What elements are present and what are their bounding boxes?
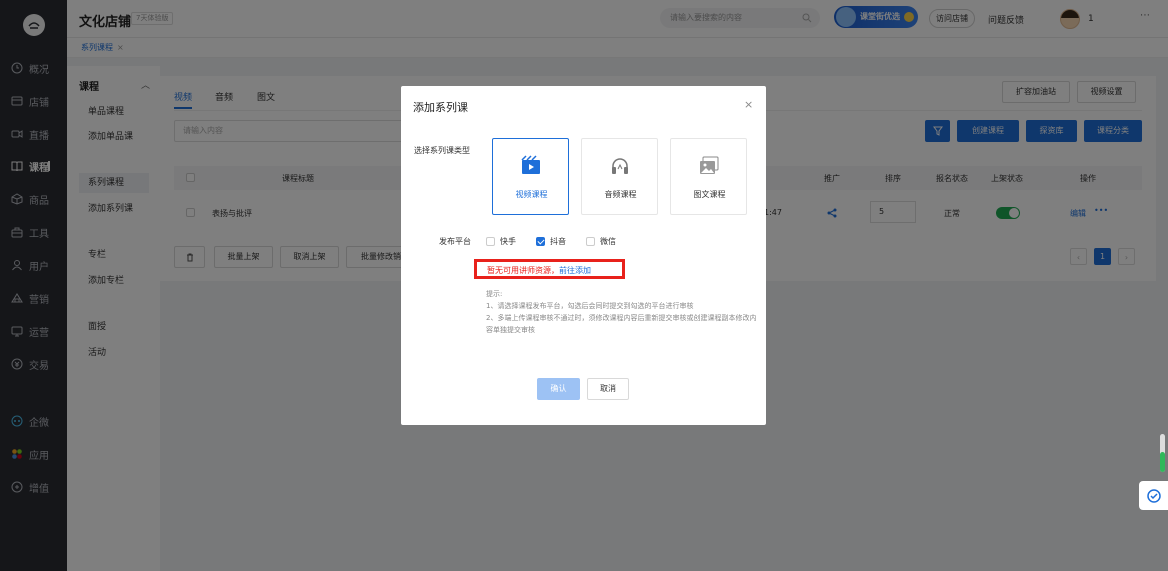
- tips-title: 提示:: [486, 290, 503, 298]
- type-card-video[interactable]: 视频课程: [492, 138, 569, 215]
- platform-checkbox-kuaishou[interactable]: [486, 237, 495, 246]
- warning-highlight: 暂无可用讲师资源，前往添加: [474, 259, 625, 279]
- tip-2: 2、多端上传课程审核不通过时，须修改课程内容后重新提交审核或创建课程副本修改内容…: [486, 314, 757, 334]
- add-series-modal: 添加系列课 × 选择系列课类型 视频课程 音频课程 图文课程 发布平台 快手 抖…: [401, 86, 766, 425]
- warning-text: 暂无可用讲师资源，: [487, 266, 559, 275]
- type-label-audio: 音频课程: [604, 190, 637, 199]
- platform-checkbox-douyin[interactable]: [536, 237, 545, 246]
- audio-course-icon: [612, 158, 628, 174]
- tips-block: 提示: 1、请选择课程发布平台，勾选后会同时提交到勾选的平台进行审核 2、多端上…: [486, 288, 758, 336]
- type-card-audio[interactable]: 音频课程: [581, 138, 658, 215]
- type-card-image-text[interactable]: 图文课程: [670, 138, 747, 215]
- platform-label-douyin: 抖音: [550, 237, 566, 246]
- platform-checkbox-weixin[interactable]: [586, 237, 595, 246]
- video-course-icon: [521, 155, 540, 174]
- platform-label: 发布平台: [439, 237, 471, 246]
- close-icon[interactable]: ×: [744, 98, 753, 111]
- scroll-indicator[interactable]: [1160, 434, 1165, 472]
- platform-label-weixin: 微信: [600, 237, 616, 246]
- tip-1: 1、请选择课程发布平台，勾选后会同时提交到勾选的平台进行审核: [486, 302, 694, 310]
- confirm-button[interactable]: 确认: [537, 378, 580, 400]
- image-text-course-icon: [700, 156, 719, 174]
- float-service-button[interactable]: [1139, 481, 1168, 510]
- cancel-button[interactable]: 取消: [587, 378, 629, 400]
- type-label: 选择系列课类型: [414, 146, 470, 155]
- add-teacher-link[interactable]: 前往添加: [559, 266, 591, 275]
- service-icon: [1146, 488, 1161, 503]
- warning-message: 暂无可用讲师资源，前往添加: [487, 265, 591, 276]
- platform-label-kuaishou: 快手: [500, 237, 516, 246]
- modal-title: 添加系列课: [413, 101, 468, 114]
- type-label-image-text: 图文课程: [693, 190, 726, 199]
- type-label-video: 视频课程: [515, 190, 548, 199]
